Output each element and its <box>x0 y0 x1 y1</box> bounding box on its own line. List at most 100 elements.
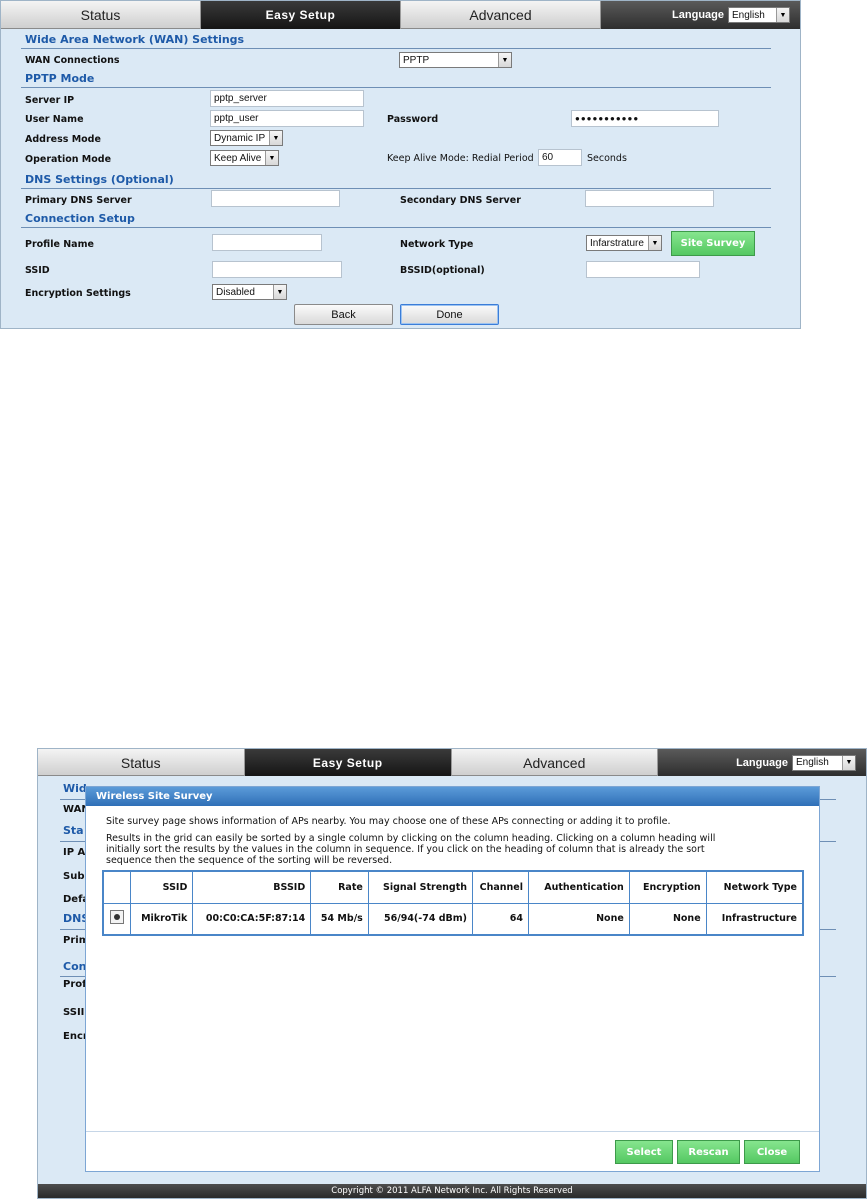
copyright-footer: Copyright © 2011 ALFA Network Inc. All R… <box>38 1184 866 1198</box>
encryption-cell: None <box>628 902 707 936</box>
profile-name-input[interactable] <box>212 234 322 251</box>
primary-dns-input[interactable] <box>211 190 340 207</box>
username-label: User Name <box>25 114 84 125</box>
network-type-select[interactable]: Infarstrature ▼ <box>586 235 662 251</box>
bssid-label: BSSID(optional) <box>400 265 485 276</box>
tab-easy-setup[interactable]: Easy Setup <box>244 749 452 776</box>
language-select[interactable]: English ▼ <box>792 754 857 771</box>
easy-setup-screenshot: Status Easy Setup Advanced Language Engl… <box>0 0 801 329</box>
column-header-bssid[interactable]: BSSID <box>192 870 312 904</box>
tab-easy-setup[interactable]: Easy Setup <box>201 1 401 29</box>
wan-connections-label: WAN Connections <box>25 55 120 66</box>
close-button[interactable]: Close <box>744 1140 800 1164</box>
grid-header-row: SSID BSSID Rate Signal Strength Channel … <box>102 870 804 904</box>
secondary-dns-input[interactable] <box>585 190 714 207</box>
column-header-signal-strength[interactable]: Signal Strength <box>367 870 474 904</box>
row-select-cell <box>102 902 132 936</box>
connection-setup-divider <box>21 227 771 228</box>
pptp-section-title: PPTP Mode <box>25 72 95 85</box>
channel-cell: 64 <box>472 902 529 936</box>
bg-profile-label-fragment: Prof <box>63 979 87 990</box>
bg-status-title-fragment: Sta <box>63 824 84 837</box>
encryption-settings-select[interactable]: Disabled ▼ <box>212 284 287 300</box>
tab-status[interactable]: Status <box>38 749 245 776</box>
back-button[interactable]: Back <box>294 304 393 325</box>
wan-section-title: Wide Area Network (WAN) Settings <box>25 33 245 46</box>
bg-divider <box>820 929 836 930</box>
ssid-cell: MikroTik <box>130 902 194 936</box>
column-header-ssid[interactable]: SSID <box>130 870 194 904</box>
dns-section-title: DNS Settings (Optional) <box>25 173 174 186</box>
operation-mode-value: Keep Alive <box>214 152 262 164</box>
column-header-authentication[interactable]: Authentication <box>528 870 630 904</box>
site-survey-screenshot: Status Easy Setup Advanced Language Engl… <box>37 748 867 1199</box>
address-mode-value: Dynamic IP <box>214 132 266 144</box>
address-mode-select[interactable]: Dynamic IP ▼ <box>210 130 283 146</box>
select-button[interactable]: Select <box>615 1140 673 1164</box>
network-type-value: Infarstrature <box>590 237 644 249</box>
sort-help-line-2: initially sort the results by the values… <box>106 844 705 855</box>
wan-divider <box>21 48 771 49</box>
chevron-down-icon: ▼ <box>648 236 661 250</box>
language-area: Language English ▼ <box>657 749 866 776</box>
password-input[interactable]: ●●●●●●●●●●● <box>571 110 719 127</box>
rate-cell: 54 Mb/s <box>310 902 369 936</box>
authentication-cell: None <box>528 902 630 936</box>
signal-strength-cell: 56/94(-74 dBm) <box>367 902 474 936</box>
chevron-down-icon: ▼ <box>776 8 789 22</box>
chevron-down-icon: ▼ <box>498 53 511 67</box>
site-survey-button[interactable]: Site Survey <box>671 231 755 256</box>
operation-mode-select[interactable]: Keep Alive ▼ <box>210 150 279 166</box>
connection-setup-title: Connection Setup <box>25 212 135 225</box>
rescan-button[interactable]: Rescan <box>677 1140 740 1164</box>
top-nav-bar: Status Easy Setup Advanced Language Engl… <box>38 749 866 776</box>
username-input[interactable]: pptp_user <box>210 110 364 127</box>
profile-name-label: Profile Name <box>25 239 94 250</box>
tab-status[interactable]: Status <box>1 1 201 29</box>
primary-dns-label: Primary DNS Server <box>25 195 132 206</box>
site-survey-dialog: Wireless Site Survey Site survey page sh… <box>85 786 820 1172</box>
encryption-settings-value: Disabled <box>216 286 255 298</box>
bssid-input[interactable] <box>586 261 700 278</box>
bg-wan-title-fragment: Wid <box>63 782 87 795</box>
wan-connections-select[interactable]: PPTP ▼ <box>399 52 512 68</box>
select-column-header <box>102 870 132 904</box>
operation-mode-label: Operation Mode <box>25 154 112 165</box>
row-radio-button[interactable] <box>110 910 125 925</box>
chevron-down-icon: ▼ <box>265 151 278 165</box>
bg-divider <box>820 976 836 977</box>
password-label: Password <box>387 114 439 125</box>
done-button[interactable]: Done <box>400 304 499 325</box>
bg-conn-title-fragment: Con <box>63 960 87 973</box>
column-header-encryption[interactable]: Encryption <box>628 870 707 904</box>
column-header-rate[interactable]: Rate <box>310 870 369 904</box>
chevron-down-icon: ▼ <box>269 131 282 145</box>
survey-results-grid: SSID BSSID Rate Signal Strength Channel … <box>102 870 804 936</box>
server-ip-input[interactable]: pptp_server <box>210 90 364 107</box>
language-label: Language <box>672 9 724 21</box>
pptp-divider <box>21 87 771 88</box>
tab-advanced[interactable]: Advanced <box>452 749 658 776</box>
language-label: Language <box>736 756 789 769</box>
bg-ssid-label-fragment: SSII <box>63 1007 85 1018</box>
table-row[interactable]: MikroTik 00:C0:CA:5F:87:14 54 Mb/s 56/94… <box>102 902 804 936</box>
dns-divider <box>21 188 771 189</box>
column-header-channel[interactable]: Channel <box>472 870 529 904</box>
encryption-settings-label: Encryption Settings <box>25 288 131 299</box>
sort-help-line-1: Results in the grid can easily be sorted… <box>106 833 716 844</box>
redial-period-label: Keep Alive Mode: Redial Period <box>387 153 534 164</box>
tab-advanced[interactable]: Advanced <box>401 1 601 29</box>
ssid-input[interactable] <box>212 261 342 278</box>
chevron-down-icon: ▼ <box>273 285 286 299</box>
bg-divider <box>820 841 836 842</box>
dialog-footer: Select Rescan Close <box>86 1131 819 1171</box>
secondary-dns-label: Secondary DNS Server <box>400 195 521 206</box>
survey-intro-text: Site survey page shows information of AP… <box>106 816 671 827</box>
server-ip-label: Server IP <box>25 95 75 106</box>
bg-subnet-label-fragment: Sub <box>63 871 85 882</box>
language-select[interactable]: English ▼ <box>728 7 790 23</box>
column-header-network-type[interactable]: Network Type <box>705 870 804 904</box>
redial-period-input[interactable]: 60 <box>538 149 582 166</box>
language-value: English <box>732 9 765 21</box>
chevron-down-icon: ▼ <box>842 755 856 770</box>
